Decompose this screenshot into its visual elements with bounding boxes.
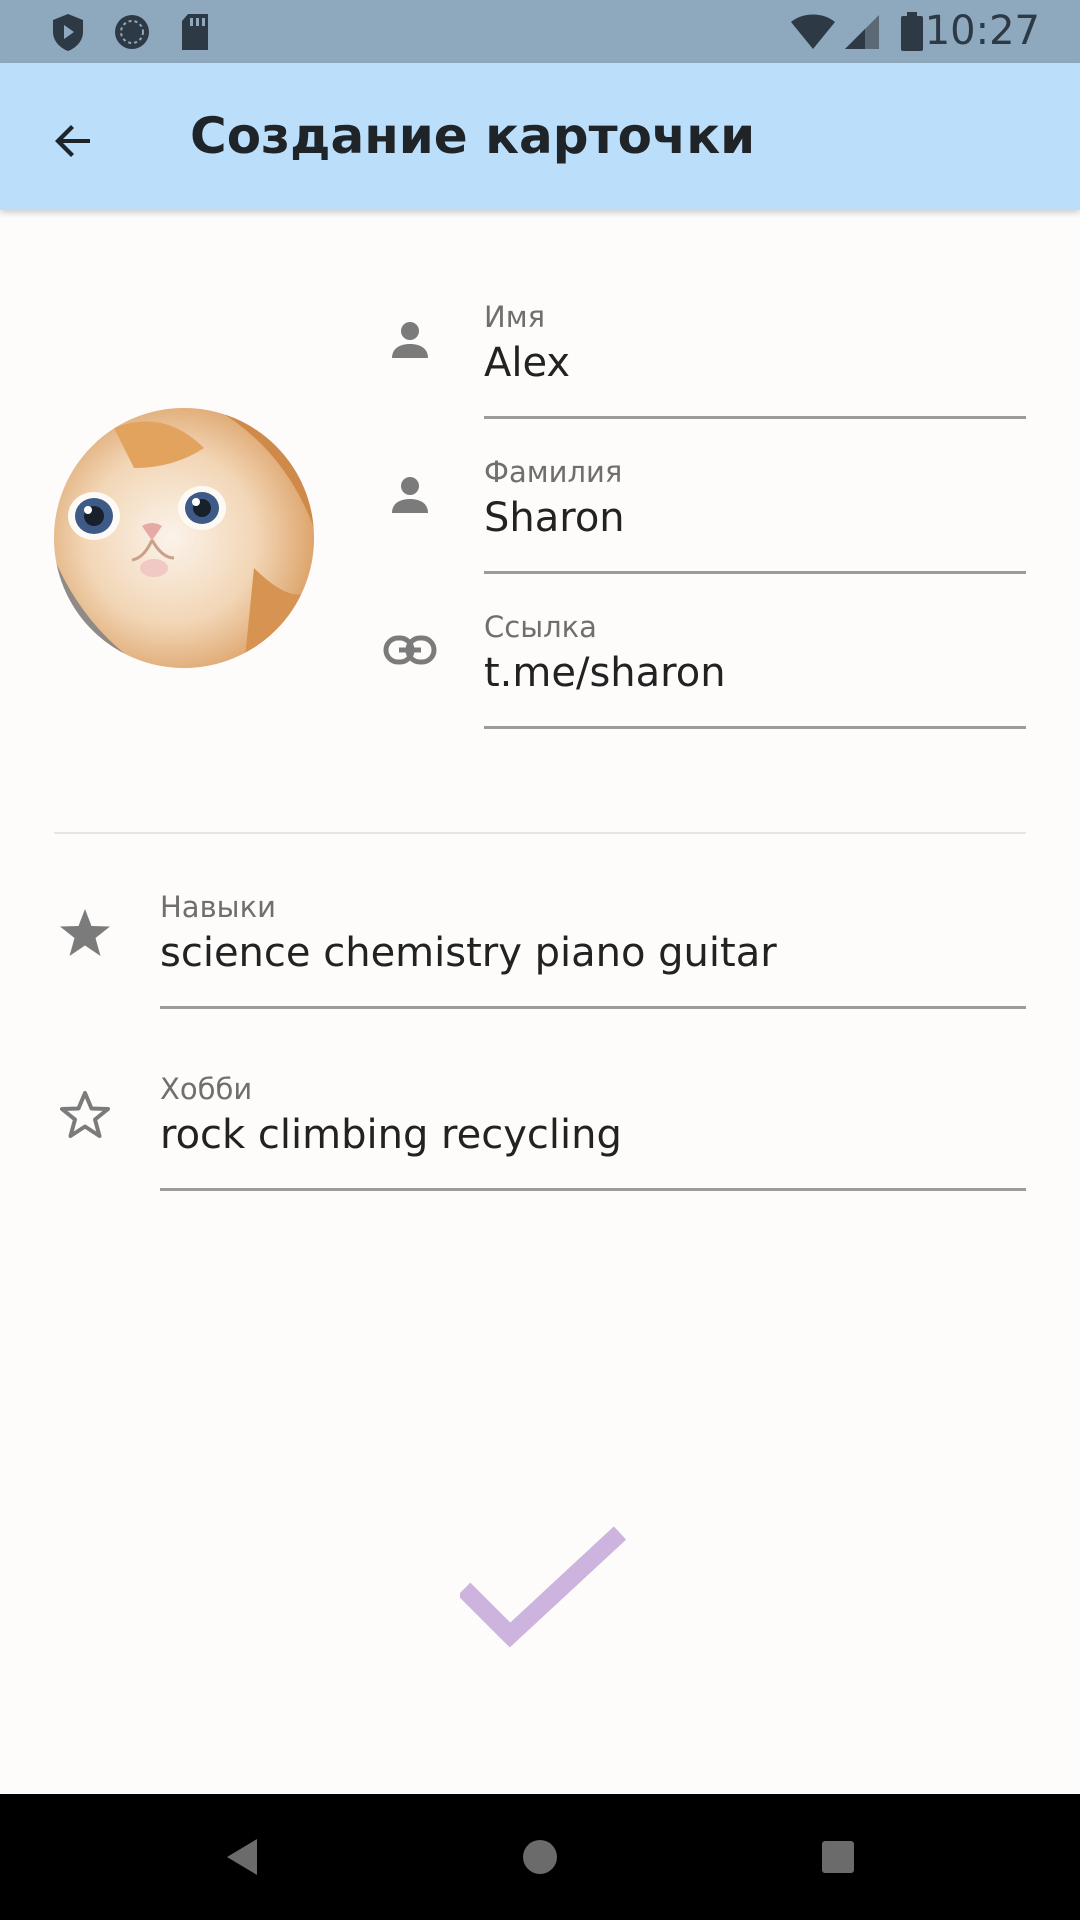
navigation-bar xyxy=(0,1794,1080,1920)
last-name-value: Sharon xyxy=(484,495,625,541)
hobbies-field[interactable]: Хобби rock climbing recycling xyxy=(54,1062,1026,1192)
person-icon xyxy=(380,465,440,525)
battery-icon xyxy=(898,0,926,63)
link-field[interactable]: Ссылка t.me/sharon xyxy=(380,600,1026,730)
link-icon xyxy=(380,620,440,680)
first-name-underline xyxy=(484,416,1026,419)
status-bar: 10:27 xyxy=(0,0,1080,63)
check-icon xyxy=(460,1526,627,1648)
recents-square-icon xyxy=(822,1841,854,1873)
section-divider xyxy=(54,832,1026,834)
skills-label: Навыки xyxy=(160,890,276,924)
signal-icon xyxy=(842,0,882,63)
wifi-icon xyxy=(790,0,836,63)
last-name-label: Фамилия xyxy=(484,455,623,489)
nav-back-button[interactable] xyxy=(182,1794,302,1920)
star-outline-icon xyxy=(54,1084,116,1146)
sd-card-icon xyxy=(178,0,212,63)
last-name-underline xyxy=(484,571,1026,574)
first-name-value: Alex xyxy=(484,340,571,386)
link-value: t.me/sharon xyxy=(484,650,726,696)
first-name-label: Имя xyxy=(484,300,546,334)
hobbies-value: rock climbing recycling xyxy=(160,1112,622,1158)
sync-icon xyxy=(110,0,154,63)
shield-icon xyxy=(48,0,88,63)
arrow-back-icon xyxy=(55,125,90,157)
hobbies-label: Хобби xyxy=(160,1072,253,1106)
skills-underline xyxy=(160,1006,1026,1009)
star-filled-icon xyxy=(54,902,116,964)
skills-field[interactable]: Навыки science chemistry piano guitar xyxy=(54,880,1026,1010)
status-time: 10:27 xyxy=(924,8,1040,54)
kitten-photo xyxy=(54,408,314,668)
link-underline xyxy=(484,726,1026,729)
back-triangle-icon xyxy=(227,1839,257,1875)
last-name-field[interactable]: Фамилия Sharon xyxy=(380,445,1026,575)
save-button[interactable] xyxy=(460,1520,630,1660)
nav-home-button[interactable] xyxy=(480,1794,600,1920)
app-bar: Создание карточки xyxy=(0,63,1080,210)
avatar[interactable] xyxy=(54,408,314,668)
skills-value: science chemistry piano guitar xyxy=(160,930,777,976)
back-button[interactable] xyxy=(36,103,112,179)
first-name-field[interactable]: Имя Alex xyxy=(380,290,1026,420)
link-label: Ссылка xyxy=(484,610,597,644)
page-title: Создание карточки xyxy=(190,107,756,165)
home-circle-icon xyxy=(523,1840,557,1874)
person-icon xyxy=(380,310,440,370)
nav-recents-button[interactable] xyxy=(778,1794,898,1920)
hobbies-underline xyxy=(160,1188,1026,1191)
